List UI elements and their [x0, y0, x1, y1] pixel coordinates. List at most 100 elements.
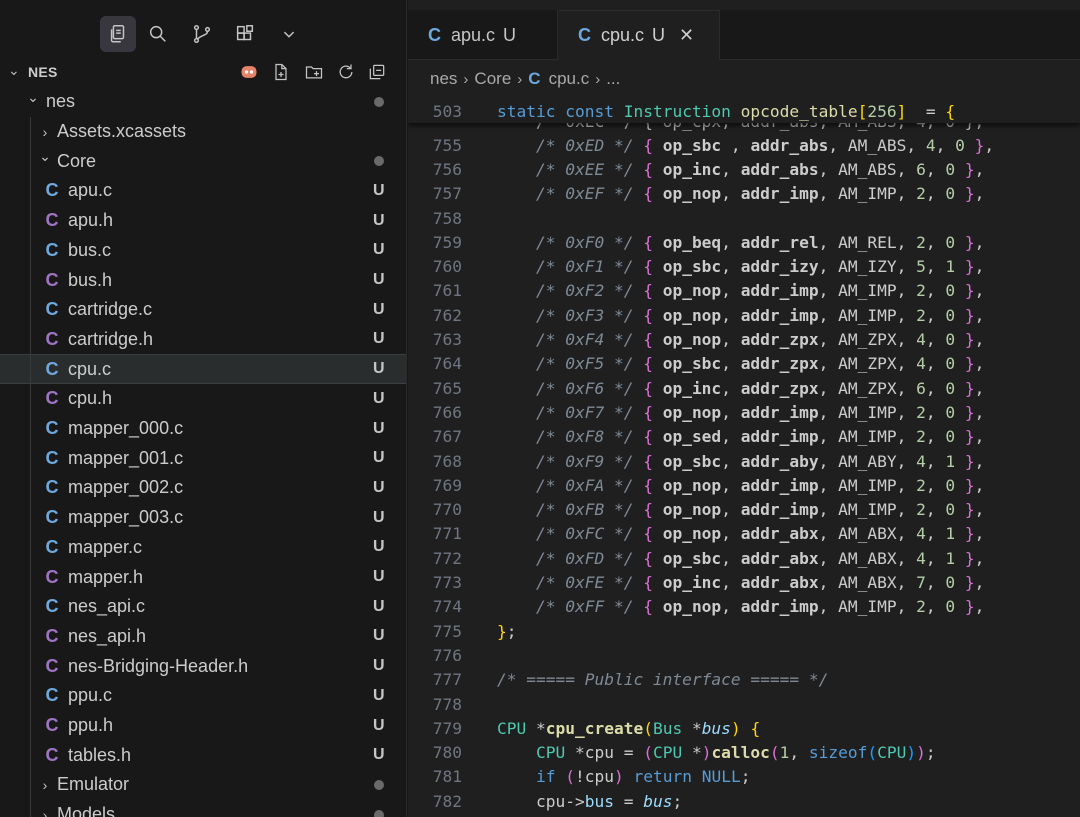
code-line: 779 CPU *cpu_create(Bus *bus) {	[408, 716, 1080, 740]
code-text: /* 0xF4 */ { op_nop, addr_zpx, AM_ZPX, 4…	[535, 330, 985, 350]
tree-item-label: Core	[57, 150, 97, 171]
git-status-badge: U	[503, 24, 517, 45]
tree-file[interactable]: Cbus.h U	[0, 265, 406, 295]
git-status-badge: U	[373, 211, 385, 229]
line-number: 780	[432, 743, 462, 763]
header-file-icon: C	[45, 328, 59, 349]
source-control-icon[interactable]	[184, 16, 220, 52]
tree-folder[interactable]: › Emulator	[0, 770, 406, 800]
code-line: 777 /* ===== Public interface ===== */	[408, 668, 1080, 692]
header-file-icon: C	[45, 655, 59, 676]
chevron-down-icon: ⌄	[8, 62, 20, 78]
tab-cpu-c[interactable]: Ccpu.c U ✕	[558, 10, 720, 60]
tree-file[interactable]: Cmapper_002.c U	[0, 473, 406, 503]
new-file-icon[interactable]	[269, 60, 293, 84]
code-line: 773 /* 0xFE */ { op_inc, addr_abx, AM_AB…	[408, 570, 1080, 594]
tree-item-label: cartridge.h	[68, 328, 154, 349]
c-file-icon: C	[45, 507, 59, 528]
tree-file[interactable]: Cmapper_001.c U	[0, 443, 406, 473]
tree-file[interactable]: Cnes-Bridging-Header.h U	[0, 651, 406, 681]
breadcrumb: nes › Core › C cpu.c › ...	[430, 66, 620, 92]
breadcrumb-item[interactable]: ...	[606, 69, 620, 89]
line-number: 503	[432, 101, 462, 121]
line-number: 779	[432, 718, 462, 738]
code-text: CPU *cpu_create(Bus *bus) {	[497, 718, 761, 738]
collapse-all-icon[interactable]	[365, 60, 389, 84]
c-file-icon: C	[45, 536, 59, 557]
close-icon[interactable]: ✕	[679, 25, 694, 46]
tree-file[interactable]: Ctables.h U	[0, 740, 406, 770]
line-number: 770	[432, 500, 462, 520]
tree-file[interactable]: Cmapper.c U	[0, 533, 406, 563]
search-icon[interactable]	[140, 16, 176, 52]
header-file-icon: C	[45, 566, 59, 587]
code-text: /* 0xEF */ { op_nop, addr_imp, AM_IMP, 2…	[535, 184, 985, 204]
header-file-icon: C	[45, 210, 59, 231]
chevron-right-icon: ›	[595, 70, 601, 88]
code-line: 759 /* 0xF0 */ { op_beq, addr_rel, AM_RE…	[408, 230, 1080, 254]
c-file-icon: C	[528, 69, 541, 88]
git-status-badge: U	[373, 330, 385, 348]
code-text: CPU *cpu = (CPU *)calloc(1, sizeof(CPU))…	[535, 743, 936, 763]
line-number: 777	[432, 670, 462, 690]
tree-file[interactable]: Cmapper_000.c U	[0, 414, 406, 444]
tree-file[interactable]: Cnes_api.h U	[0, 622, 406, 652]
copilot-icon[interactable]	[237, 60, 261, 84]
code-line: 761 /* 0xF2 */ { op_nop, addr_imp, AM_IM…	[408, 279, 1080, 303]
explorer-icon[interactable]	[100, 16, 136, 52]
code-text: /* 0xFE */ { op_inc, addr_abx, AM_ABX, 7…	[535, 573, 985, 593]
refresh-icon[interactable]	[334, 60, 358, 84]
breadcrumb-item[interactable]: Core	[474, 69, 511, 89]
tree-file[interactable]: Cppu.c U	[0, 681, 406, 711]
line-number: 771	[432, 524, 462, 544]
code-text: if (!cpu) return NULL;	[535, 767, 751, 787]
line-number: 773	[432, 573, 462, 593]
line-number: 769	[432, 475, 462, 495]
tree-folder[interactable]: ⌄ Core	[0, 146, 406, 176]
explorer-section-header[interactable]: ⌄ NES	[0, 58, 406, 86]
tree-folder[interactable]: › Models	[0, 800, 406, 817]
tree-folder[interactable]: › Assets.xcassets	[0, 117, 406, 147]
tree-item-label: mapper_001.c	[68, 447, 184, 468]
code-line: 763 /* 0xF4 */ { op_nop, addr_zpx, AM_ZP…	[408, 327, 1080, 351]
code-line: 760 /* 0xF1 */ { op_sbc, addr_izy, AM_IZ…	[408, 255, 1080, 279]
tree-file[interactable]: Cmapper.h U	[0, 562, 406, 592]
indent-guide	[30, 116, 31, 817]
breadcrumb-item[interactable]: cpu.c	[549, 69, 590, 89]
code-text: /* 0xF3 */ { op_nop, addr_imp, AM_IMP, 2…	[535, 305, 985, 325]
breadcrumb-item[interactable]: nes	[430, 69, 457, 89]
chevron-down-icon: ⌄	[27, 89, 39, 105]
tab-apu-c[interactable]: Capu.c U	[408, 10, 558, 60]
extensions-icon[interactable]	[227, 16, 263, 52]
tree-file[interactable]: Cnes_api.c U	[0, 592, 406, 622]
line-number: 759	[432, 232, 462, 252]
tree-file[interactable]: Capu.h U	[0, 206, 406, 236]
code-line: 772 /* 0xFD */ { op_sbc, addr_abx, AM_AB…	[408, 546, 1080, 570]
tree-file[interactable]: Ccartridge.c U	[0, 295, 406, 325]
chevron-down-icon[interactable]	[271, 16, 307, 52]
tree-item-label: tables.h	[68, 744, 132, 765]
tree-file[interactable]: Capu.c U	[0, 176, 406, 206]
line-number: 764	[432, 354, 462, 374]
code-line: 774 /* 0xFF */ { op_nop, addr_imp, AM_IM…	[408, 595, 1080, 619]
tree-file[interactable]: Cbus.c U	[0, 236, 406, 266]
code-line: 756 /* 0xEE */ { op_inc, addr_abs, AM_AB…	[408, 157, 1080, 181]
tree-item-label: ppu.h	[68, 715, 114, 736]
line-number: 776	[432, 645, 462, 665]
tree-file[interactable]: Cppu.h U	[0, 711, 406, 741]
tree-item-label: cpu.h	[68, 388, 113, 409]
tree-item-label: nes	[46, 91, 76, 112]
new-folder-icon[interactable]	[302, 60, 326, 84]
code-editor[interactable]: /* 0xEC */ { op_cpx, addr_abs, AM_ABS, 4…	[408, 99, 1080, 817]
tree-file[interactable]: Ccpu.c U	[0, 354, 406, 384]
chevron-right-icon: ›	[42, 776, 48, 793]
code-text: /* 0xFB */ { op_nop, addr_imp, AM_IMP, 2…	[535, 500, 985, 520]
tree-file[interactable]: Ccartridge.h U	[0, 325, 406, 355]
tree-file[interactable]: Ccpu.h U	[0, 384, 406, 414]
c-file-icon: C	[578, 25, 591, 45]
tree-file[interactable]: Cmapper_003.c U	[0, 503, 406, 533]
chevron-right-icon: ›	[517, 70, 523, 88]
code-text: /* 0xF8 */ { op_sed, addr_imp, AM_IMP, 2…	[535, 427, 985, 447]
git-status-badge: U	[373, 181, 385, 199]
tree-folder[interactable]: ⌄ nes	[0, 87, 406, 117]
